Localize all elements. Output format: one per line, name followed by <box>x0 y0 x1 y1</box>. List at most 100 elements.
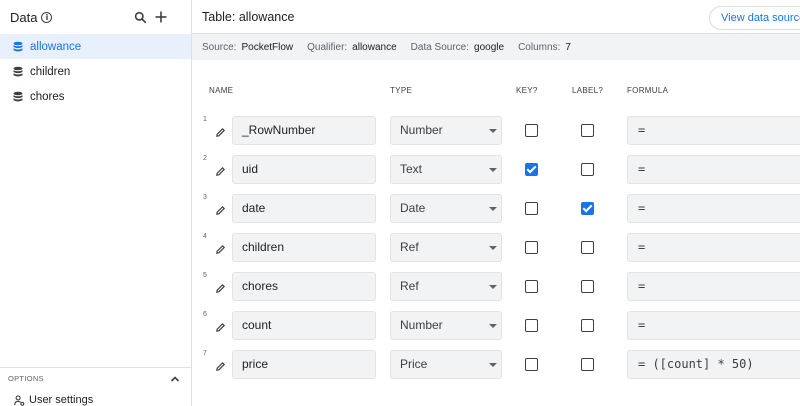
table-meta-bar: Source: PocketFlow Qualifier: allowance … <box>192 34 800 60</box>
dropdown-caret-icon <box>489 246 497 250</box>
key-checkbox[interactable] <box>525 319 538 332</box>
label-checkbox[interactable] <box>581 319 594 332</box>
dropdown-caret-icon <box>489 168 497 172</box>
sidebar-item-label: children <box>30 65 71 78</box>
column-type-value: Ref <box>400 240 419 254</box>
label-checkbox[interactable] <box>581 124 594 137</box>
column-type-select[interactable]: Ref <box>390 233 502 262</box>
data-sidebar: Data i allowance children chores OPTIONS… <box>0 0 192 406</box>
table-header: Table: allowance View data source <box>192 0 800 34</box>
dropdown-caret-icon <box>489 363 497 367</box>
columns-key: Columns: <box>518 41 561 53</box>
column-type-select[interactable]: Date <box>390 194 502 223</box>
column-type-value: Number <box>400 318 443 332</box>
column-row: 7 price Price = ([count] * 50) <box>192 348 800 384</box>
column-type-value: Price <box>400 357 428 371</box>
column-header-label: LABEL? <box>572 86 604 95</box>
label-checkbox[interactable] <box>581 280 594 293</box>
user-settings-item[interactable]: User settings <box>14 394 93 406</box>
column-header-name: NAME <box>209 86 234 95</box>
column-row: 4 children Ref = <box>192 231 800 267</box>
formula-field[interactable]: = <box>627 116 800 145</box>
add-table-button[interactable] <box>153 9 169 25</box>
edit-pencil-icon[interactable] <box>215 322 226 333</box>
options-label: OPTIONS <box>8 374 44 383</box>
sidebar-item-children[interactable]: children <box>0 59 191 84</box>
formula-field[interactable]: = <box>627 155 800 184</box>
data-source-key: Data Source: <box>410 41 470 53</box>
sidebar-item-allowance[interactable]: allowance <box>0 34 191 59</box>
key-checkbox[interactable] <box>525 163 538 176</box>
dropdown-caret-icon <box>489 324 497 328</box>
edit-pencil-icon[interactable] <box>215 244 226 255</box>
column-name-field[interactable]: chores <box>232 272 376 301</box>
chevron-up-icon[interactable] <box>169 373 181 385</box>
plus-icon <box>155 11 167 23</box>
edit-pencil-icon[interactable] <box>215 127 226 138</box>
formula-field[interactable]: = <box>627 272 800 301</box>
search-button[interactable] <box>132 9 148 25</box>
column-name-field[interactable]: uid <box>232 155 376 184</box>
label-checkbox[interactable] <box>581 241 594 254</box>
edit-pencil-icon[interactable] <box>215 361 226 372</box>
key-checkbox[interactable] <box>525 358 538 371</box>
qualifier-value: allowance <box>352 41 397 53</box>
column-row: 5 chores Ref = <box>192 270 800 306</box>
source-value: PocketFlow <box>241 41 294 53</box>
column-name-field[interactable]: _RowNumber <box>232 116 376 145</box>
label-checkbox[interactable] <box>581 163 594 176</box>
formula-field[interactable]: = <box>627 233 800 262</box>
user-settings-label: User settings <box>29 394 94 406</box>
info-icon[interactable]: i <box>41 11 53 23</box>
sidebar-item-chores[interactable]: chores <box>0 84 191 109</box>
key-checkbox[interactable] <box>525 280 538 293</box>
database-icon <box>13 41 23 51</box>
row-number: 3 <box>203 194 207 201</box>
column-type-value: Ref <box>400 279 419 293</box>
label-checkbox[interactable] <box>581 202 594 215</box>
column-type-select[interactable]: Text <box>390 155 502 184</box>
edit-pencil-icon[interactable] <box>215 283 226 294</box>
key-checkbox[interactable] <box>525 202 538 215</box>
sidebar-item-label: allowance <box>30 40 82 53</box>
column-name-field[interactable]: children <box>232 233 376 262</box>
row-number: 6 <box>203 311 207 318</box>
column-name-field[interactable]: count <box>232 311 376 340</box>
column-header-formula: FORMULA <box>627 86 669 95</box>
source-key: Source: <box>202 41 237 53</box>
sidebar-header: Data i <box>0 0 191 34</box>
dropdown-caret-icon <box>489 129 497 133</box>
dropdown-caret-icon <box>489 207 497 211</box>
table-list: allowance children chores <box>0 34 191 109</box>
formula-field[interactable]: = <box>627 311 800 340</box>
view-data-source-button[interactable]: View data source <box>709 6 800 30</box>
column-type-value: Number <box>400 123 443 137</box>
key-checkbox[interactable] <box>525 124 538 137</box>
edit-pencil-icon[interactable] <box>215 205 226 216</box>
column-name-field[interactable]: date <box>232 194 376 223</box>
column-type-select[interactable]: Ref <box>390 272 502 301</box>
row-number: 2 <box>203 155 207 162</box>
sidebar-item-label: chores <box>30 90 65 103</box>
database-icon <box>13 91 23 101</box>
column-type-value: Date <box>400 201 426 215</box>
row-number: 5 <box>203 272 207 279</box>
column-name-field[interactable]: price <box>232 350 376 379</box>
edit-pencil-icon[interactable] <box>215 166 226 177</box>
column-type-select[interactable]: Price <box>390 350 502 379</box>
formula-field[interactable]: = ([count] * 50) <box>627 350 800 379</box>
sidebar-title: Data <box>10 9 38 25</box>
column-row: 6 count Number = <box>192 309 800 345</box>
key-checkbox[interactable] <box>525 241 538 254</box>
column-type-select[interactable]: Number <box>390 116 502 145</box>
row-number: 7 <box>203 350 207 357</box>
column-type-value: Text <box>400 162 423 176</box>
database-icon <box>13 66 23 76</box>
formula-field[interactable]: = <box>627 194 800 223</box>
options-section-header[interactable]: OPTIONS <box>0 367 191 389</box>
column-header-type: TYPE <box>390 86 413 95</box>
row-number: 1 <box>203 116 207 123</box>
column-type-select[interactable]: Number <box>390 311 502 340</box>
label-checkbox[interactable] <box>581 358 594 371</box>
qualifier-key: Qualifier: <box>307 41 348 53</box>
